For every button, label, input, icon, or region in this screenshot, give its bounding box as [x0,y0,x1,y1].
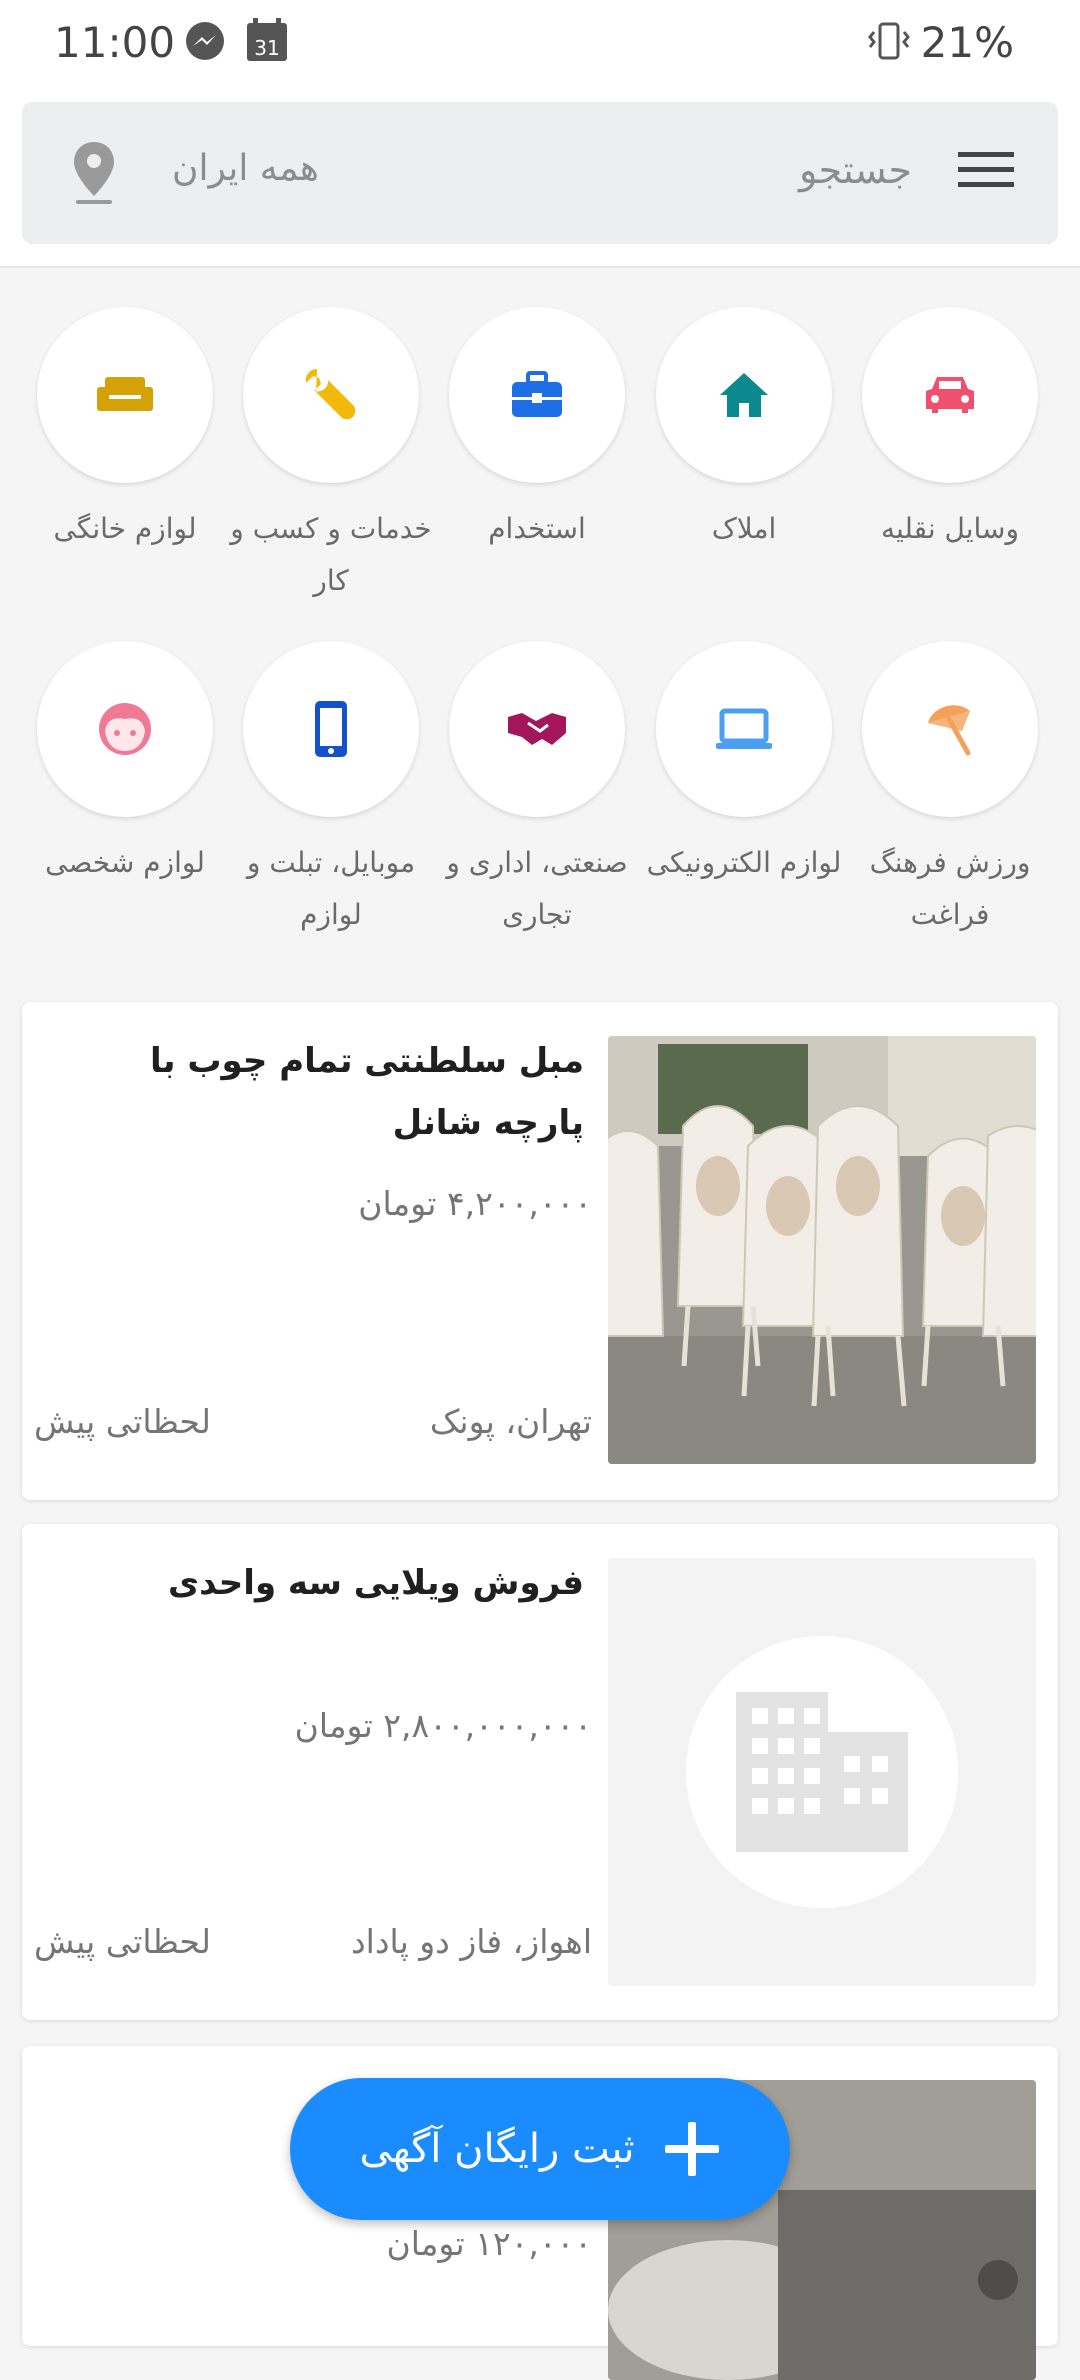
category-label: املاک [711,512,777,545]
listing-photo-placeholder[interactable] [608,1558,1036,1986]
listing-time: لحظاتی پیش [34,1402,211,1441]
category-label: استخدام [488,512,586,545]
category-icon-circle[interactable] [243,307,419,483]
listing-title: فروش ویلایی سه واحدی [167,1563,584,1603]
category-icon-circle[interactable] [656,307,832,483]
category-icon-circle[interactable] [656,641,832,817]
messenger-icon [182,18,228,68]
search-header: جستجو همه ایران [0,84,1080,268]
category-label: لوازم الکترونیکی [646,846,842,879]
listing-title: مبل سلطنتی تمام چوب با پارچه شانل [150,1041,584,1143]
category-label: ورزش فرهنگ فراغت [869,846,1031,931]
listing-price: ۲,۸۰۰,۰۰۰,۰۰۰ تومان [294,1706,592,1745]
laptop-icon [716,708,772,749]
mobile-icon [315,701,347,757]
wrench-icon [305,369,356,420]
location-pin-icon[interactable] [72,140,116,210]
calendar-day: 31 [254,36,279,60]
home-icon [720,373,768,417]
vibrate-icon [866,18,912,68]
category-icon-circle[interactable] [243,641,419,817]
category-label: صنعتی، اداری و تجاری [446,846,628,931]
menu-icon[interactable] [958,148,1014,196]
listing-time: لحظاتی پیش [34,1922,211,1961]
category-label: موبایل، تبلت و لوازم [246,846,416,931]
post-free-ad-button[interactable]: ثبت رایگان آگهی [290,2078,790,2220]
search-bar[interactable]: جستجو همه ایران [22,102,1058,244]
category-icon-circle[interactable] [37,307,213,483]
listing-price: ۴,۲۰۰,۰۰۰ تومان [358,1184,592,1223]
listing-card[interactable]: فروش ویلایی سه واحدی ۲,۸۰۰,۰۰۰,۰۰۰ تومان… [22,1524,1058,2020]
listing-location: تهران، پونک [429,1402,592,1441]
listing-photo[interactable] [608,1036,1036,1464]
listing-card[interactable]: مبل سلطنتی تمام چوب با پارچه شانل ۴,۲۰۰,… [22,1002,1058,1500]
briefcase-icon [512,371,562,417]
listing-price: ۱۲۰,۰۰۰ تومان [386,2224,592,2263]
status-bar: 11:00 31 21% [0,0,1080,84]
search-input[interactable]: جستجو [799,148,912,192]
category-icon-circle[interactable] [862,641,1038,817]
sofa-icon [97,377,153,411]
category-label: لوازم شخصی [45,846,205,879]
category-icon-circle[interactable] [449,307,625,483]
handshake-icon [508,713,566,745]
category-icon-circle[interactable] [862,307,1038,483]
category-icon-circle[interactable] [449,641,625,817]
car-icon [926,377,974,413]
category-label: لوازم خانگی [53,512,197,545]
category-label: وسایل نقلیه [880,512,1020,545]
category-label: خدمات و کسب و کار [230,512,432,597]
listing-location: اهواز، فاز دو پاداد [350,1922,592,1961]
city-selector-label[interactable]: همه ایران [172,148,319,189]
post-free-ad-label: ثبت رایگان آگهی [359,2126,635,2172]
battery-level: 21% [920,18,1014,67]
face-icon [99,703,151,755]
category-icon-circle[interactable] [37,641,213,817]
calendar-icon: 31 [244,18,290,68]
umbrella-icon [928,705,971,756]
plus-icon [664,2122,719,2176]
status-time: 11:00 [54,18,176,67]
